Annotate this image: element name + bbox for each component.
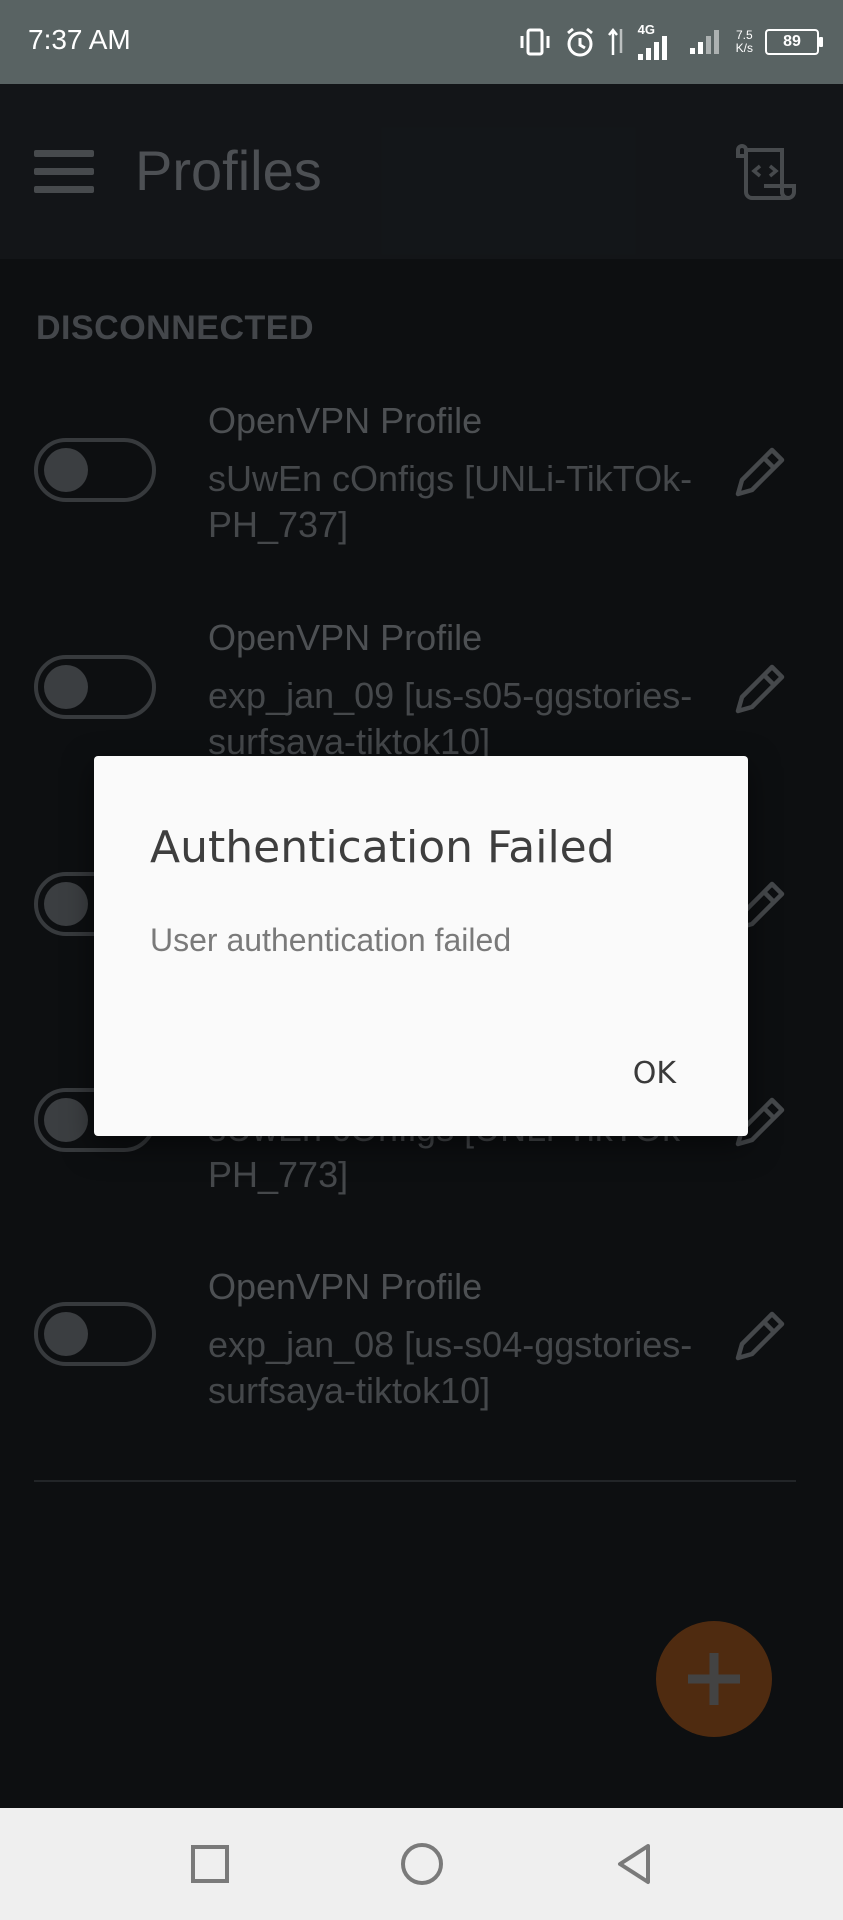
triangle-back-icon[interactable] (608, 1838, 660, 1890)
circle-home-icon[interactable] (396, 1838, 448, 1890)
data-transfer-icon (607, 27, 626, 57)
network-speed: 7.5 K/s (736, 29, 753, 55)
network-speed-unit: K/s (735, 41, 753, 55)
battery-icon: 89 (765, 29, 823, 55)
battery-level: 89 (783, 33, 801, 50)
dialog-title: Authentication Failed (150, 822, 615, 873)
alarm-icon (564, 26, 596, 58)
network-speed-value: 7.5 (735, 28, 753, 42)
network-type: 4G (637, 22, 655, 37)
system-nav-bar (0, 1808, 843, 1920)
square-recents-icon[interactable] (184, 1838, 236, 1890)
vibrate-icon (518, 28, 552, 56)
status-bar: 7:37 AM 4G 7.5 K/s 89 (0, 0, 843, 84)
status-time: 7:37 AM (28, 24, 131, 55)
status-icons: 4G 7.5 K/s 89 (518, 18, 823, 66)
signal-icon (689, 30, 724, 54)
auth-failed-dialog: Authentication Failed User authenticatio… (94, 756, 748, 1136)
signal-4g-icon: 4G (637, 22, 678, 60)
ok-button[interactable]: OK (633, 1056, 676, 1091)
dialog-message: User authentication failed (150, 922, 512, 958)
